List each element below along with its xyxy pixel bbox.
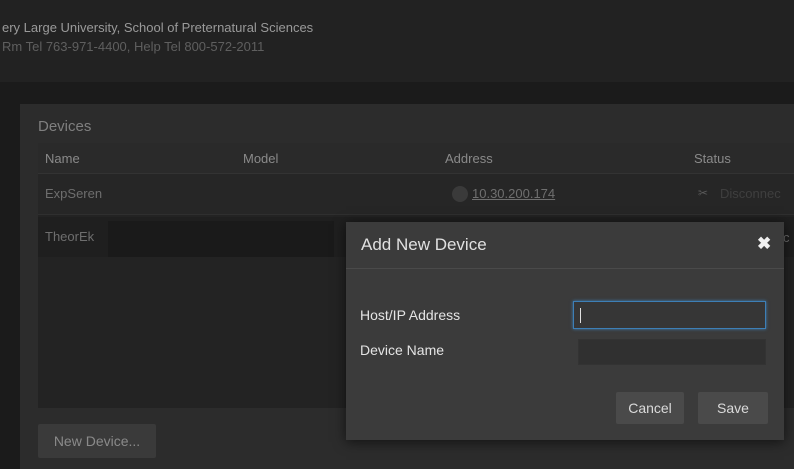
row-cell-background <box>108 221 334 257</box>
table-row[interactable]: ExpSeren 10.30.200.174 ✂ Disconnec <box>38 174 794 215</box>
dialog-title: Add New Device <box>361 235 487 254</box>
column-header-address[interactable]: Address <box>445 151 493 166</box>
dialog-header: Add New Device ✖ <box>346 222 784 269</box>
column-header-status[interactable]: Status <box>694 151 731 166</box>
add-device-dialog: Add New Device ✖ Host/IP Address Device … <box>346 222 784 440</box>
column-header-name[interactable]: Name <box>45 151 80 166</box>
org-name: ery Large University, School of Preterna… <box>2 20 314 35</box>
table-header: Name Model Address Status <box>38 143 794 174</box>
plug-icon: ✂ <box>698 186 709 200</box>
host-ip-input[interactable] <box>573 301 766 329</box>
org-phone: Rm Tel 763-971-4400, Help Tel 800-572-20… <box>2 39 265 54</box>
device-name: ExpSeren <box>45 186 103 201</box>
header-bar: ery Large University, School of Preterna… <box>0 0 794 82</box>
text-caret <box>580 308 581 323</box>
device-name-label: Device Name <box>360 342 445 358</box>
close-icon[interactable]: ✖ <box>757 235 771 253</box>
cancel-button[interactable]: Cancel <box>616 392 684 424</box>
device-address-link[interactable]: 10.30.200.174 <box>472 186 555 201</box>
host-ip-label: Host/IP Address <box>360 307 461 323</box>
device-name: TheorEk <box>45 229 95 244</box>
device-name-input[interactable] <box>578 339 766 365</box>
save-button[interactable]: Save <box>698 392 768 424</box>
globe-icon <box>452 186 468 202</box>
new-device-button[interactable]: New Device... <box>38 424 156 458</box>
devices-title: Devices <box>38 118 92 135</box>
app-window: ery Large University, School of Preterna… <box>0 0 794 469</box>
column-header-model[interactable]: Model <box>243 151 278 166</box>
device-status: Disconnec <box>720 186 781 201</box>
